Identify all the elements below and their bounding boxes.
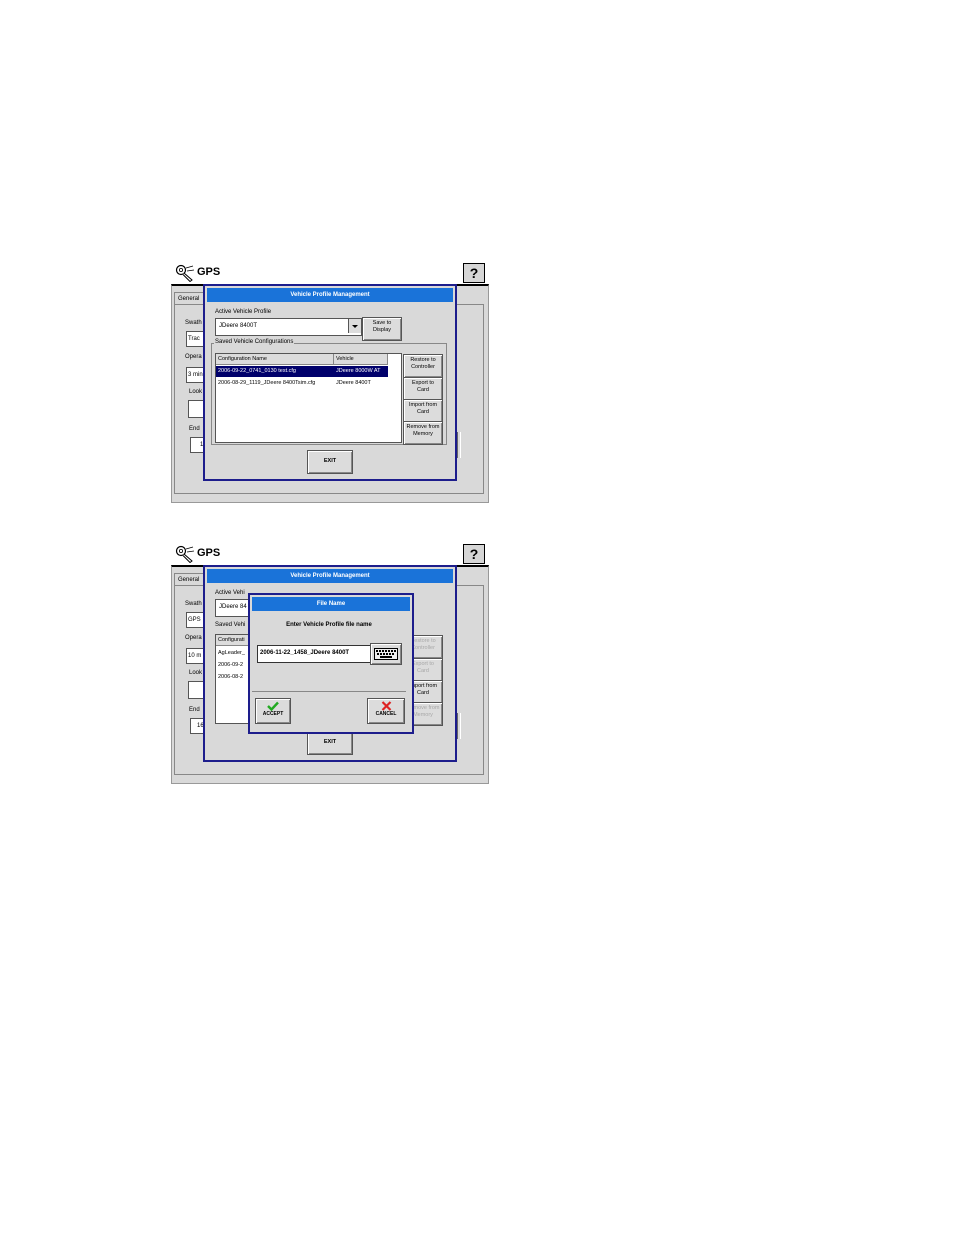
- file-name-dialog: File Name Enter Vehicle Profile file nam…: [248, 593, 414, 734]
- config-name: 2006-09-2: [218, 662, 244, 668]
- config-name: AgLeader_: [218, 650, 245, 656]
- active-profile-label: Active Vehi: [215, 590, 245, 596]
- export-to-card-button[interactable]: Export to Card: [403, 377, 443, 401]
- keyboard-button[interactable]: [370, 643, 402, 665]
- screenshot-file-name: GPS ? General Swath GPS Opera 10 m Look …: [171, 543, 489, 784]
- checkmark-icon: [267, 701, 279, 711]
- accept-button[interactable]: ACCEPT: [255, 698, 291, 724]
- swath-label: Swath: [185, 320, 202, 326]
- save-to-display-button[interactable]: Save to Display: [362, 317, 402, 341]
- accept-label: ACCEPT: [262, 711, 284, 717]
- remove-from-memory-button[interactable]: Remove from Memory: [403, 421, 443, 445]
- dialog-title: Vehicle Profile Management: [207, 288, 453, 302]
- dropdown-arrow-icon[interactable]: [348, 319, 361, 333]
- opera-label: Opera: [185, 354, 202, 360]
- configurations-list[interactable]: Configuration Name Vehicle 2006-09-22_07…: [215, 353, 402, 443]
- title-bar: GPS ?: [171, 262, 487, 284]
- look-label: Look: [189, 670, 203, 676]
- app-title: GPS: [197, 547, 221, 559]
- file-dialog-divider: [252, 691, 406, 692]
- exit-button[interactable]: EXIT: [307, 731, 353, 755]
- dialog-title: Vehicle Profile Management: [207, 569, 453, 583]
- config-name: 2006-08-2: [218, 674, 244, 680]
- cancel-button[interactable]: CANCEL: [367, 698, 405, 724]
- file-name-prompt: Enter Vehicle Profile file name: [286, 622, 372, 628]
- restore-to-controller-button[interactable]: Restore to Controller: [403, 354, 443, 378]
- wrench-icon: [175, 545, 195, 563]
- config-vehicle: JDeere 8000W AT: [336, 368, 381, 374]
- end-label: End: [189, 707, 200, 713]
- column-header-name[interactable]: Configuration Name: [216, 354, 334, 365]
- import-from-card-button[interactable]: Import from Card: [403, 399, 443, 423]
- x-icon: [381, 701, 391, 711]
- divider: [457, 713, 461, 739]
- help-button[interactable]: ?: [463, 263, 485, 283]
- exit-button[interactable]: EXIT: [307, 450, 353, 474]
- config-name: 2006-09-22_0741_0130 test.cfg: [218, 368, 296, 374]
- table-row[interactable]: 2006-09-22_0741_0130 test.cfg JDeere 800…: [216, 366, 388, 377]
- cancel-label: CANCEL: [375, 711, 397, 717]
- opera-label: Opera: [185, 635, 202, 641]
- keyboard-icon: [374, 648, 398, 660]
- saved-configurations-label: Saved Vehicle Configurations: [214, 339, 295, 345]
- column-header-vehicle[interactable]: Vehicle: [334, 354, 388, 365]
- app-title: GPS: [197, 266, 221, 278]
- wrench-icon: [175, 264, 195, 282]
- help-button[interactable]: ?: [463, 544, 485, 564]
- active-profile-label: Active Vehicle Profile: [215, 309, 272, 315]
- active-profile-select[interactable]: JDeere 8400T: [215, 318, 362, 336]
- swath-label: Swath: [185, 601, 202, 607]
- saved-configurations-label: Saved Vehi: [215, 622, 246, 628]
- divider: [457, 432, 461, 458]
- config-vehicle: JDeere 8400T: [336, 380, 371, 386]
- file-name-title: File Name: [252, 597, 410, 611]
- table-row[interactable]: 2006-08-29_1119_JDeere 8400Tsim.cfg JDee…: [216, 378, 388, 389]
- vehicle-profile-dialog: Vehicle Profile Management Active Vehicl…: [203, 284, 457, 481]
- look-label: Look: [189, 389, 203, 395]
- active-profile-value: JDeere 8400T: [219, 323, 258, 329]
- active-profile-value: JDeere 84: [219, 604, 247, 610]
- title-bar: GPS ?: [171, 543, 487, 565]
- config-name: 2006-08-29_1119_JDeere 8400Tsim.cfg: [218, 380, 316, 386]
- end-label: End: [189, 426, 200, 432]
- file-name-input[interactable]: 2006-11-22_1458_JDeere 8400T: [257, 645, 371, 663]
- screenshot-vehicle-profile: GPS ? General Swath Trac Opera 3 min Loo…: [171, 262, 489, 503]
